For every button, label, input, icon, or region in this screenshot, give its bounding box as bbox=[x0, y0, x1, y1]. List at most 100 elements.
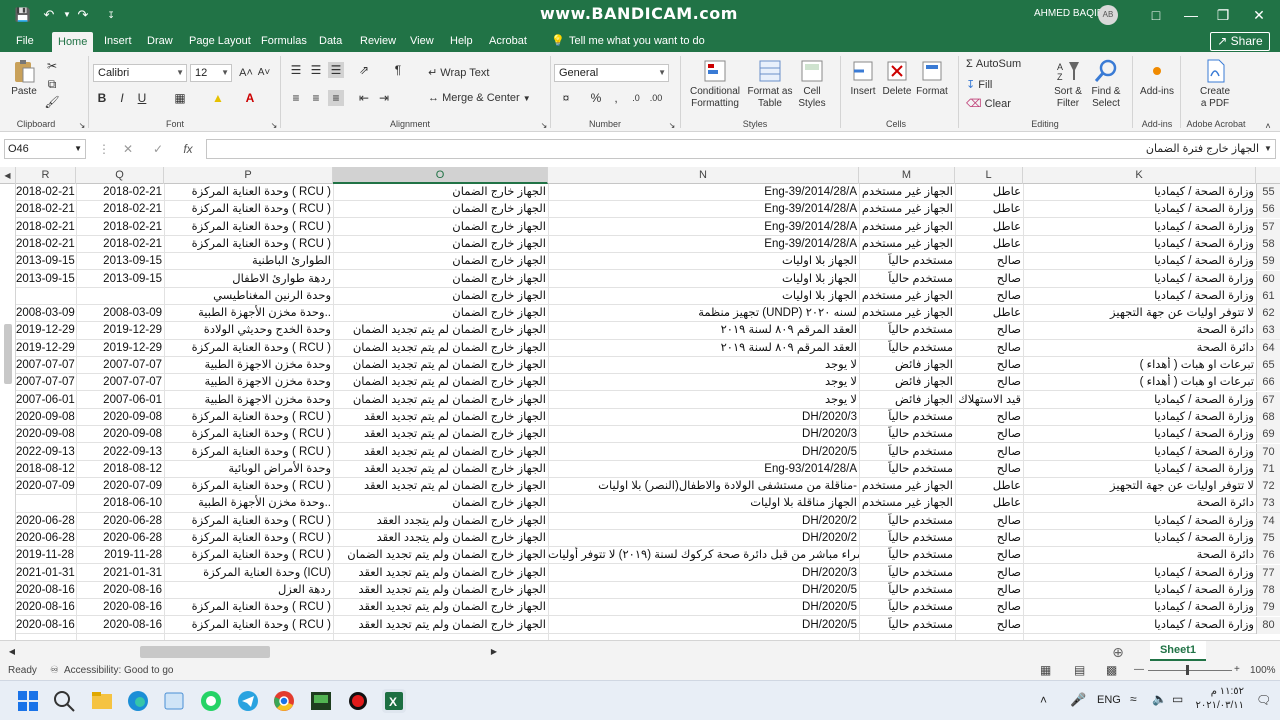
share-button[interactable]: ↗ Share bbox=[1210, 32, 1270, 51]
cell-o[interactable]: الجهاز خارج الضمان ولم يتم تجديد العقد bbox=[333, 565, 548, 582]
vertical-scroll-thumb[interactable] bbox=[4, 324, 12, 384]
cell-k[interactable]: تبرعات او هبات ( أهداء ) bbox=[1023, 374, 1256, 391]
cell-p[interactable]: وحدة العناية المركزة ( RCU ) bbox=[164, 617, 333, 634]
row-header[interactable]: 65 bbox=[1256, 357, 1280, 374]
cell-q[interactable]: 2020-06-28 bbox=[76, 530, 164, 547]
cell-q[interactable] bbox=[76, 288, 164, 305]
cell-m[interactable]: الجهاز غير مستخدم bbox=[859, 478, 955, 495]
row-header[interactable]: 70 bbox=[1256, 443, 1280, 461]
align-right-icon[interactable]: ≡ bbox=[328, 90, 344, 106]
italic-icon[interactable]: I bbox=[114, 90, 130, 106]
cell-n[interactable]: العقد المرقم ٨٠٩ لسنة ٢٠١٩ bbox=[548, 340, 859, 357]
chrome-icon[interactable] bbox=[272, 689, 296, 713]
cell-l[interactable]: صالح bbox=[955, 617, 1023, 634]
cell-m[interactable]: مستخدم حالياً bbox=[859, 271, 955, 288]
align-top-icon[interactable]: ☰ bbox=[288, 62, 304, 78]
scroll-left-icon[interactable]: ◀ bbox=[4, 644, 20, 660]
cell-o[interactable]: الجهاز خارج الضمان bbox=[333, 288, 548, 305]
cancel-icon[interactable]: ✕ bbox=[120, 141, 136, 157]
cell-p[interactable]: وحدة الأمراض الوبائية bbox=[164, 461, 333, 478]
row-header[interactable]: 76 bbox=[1256, 547, 1280, 565]
cell-n[interactable]: العقد المرقم ٨٠٩ لسنة ٢٠١٩ bbox=[548, 322, 859, 339]
cell-q[interactable]: 2020-06-28 bbox=[76, 513, 164, 530]
row-header[interactable]: 60 bbox=[1256, 270, 1280, 288]
cell-o[interactable]: الجهاز خارج الضمان bbox=[333, 219, 548, 236]
cell-p[interactable]: وحدة العناية المركزة ( RCU ) bbox=[164, 599, 333, 616]
cell-l[interactable]: صالح bbox=[955, 444, 1023, 461]
delete-cells-button[interactable]: Delete bbox=[880, 58, 914, 98]
tab-draw[interactable]: Draw bbox=[141, 30, 179, 52]
restore-icon[interactable]: ❐ bbox=[1208, 4, 1238, 26]
row-header[interactable]: 62 bbox=[1256, 305, 1280, 323]
cell-l[interactable]: عاطل bbox=[955, 219, 1023, 236]
decrease-indent-icon[interactable]: ⇤ bbox=[356, 90, 372, 106]
cell-m[interactable]: مستخدم حالياً bbox=[859, 409, 955, 426]
cell-n[interactable]: الجهاز بلا اوليات bbox=[548, 288, 859, 305]
cell-r[interactable]: 2020-08-16 bbox=[16, 599, 76, 616]
zoom-in-icon[interactable]: + bbox=[1234, 664, 1240, 675]
cell-r[interactable]: 2020-06-28 bbox=[16, 530, 76, 547]
cell-l[interactable]: عاطل bbox=[955, 236, 1023, 253]
cell-l[interactable]: عاطل bbox=[955, 184, 1023, 201]
cell-m[interactable]: مستخدم حالياً bbox=[859, 565, 955, 582]
find-select-button[interactable]: Find & Select bbox=[1086, 58, 1126, 110]
add-ins-button[interactable]: Add-ins bbox=[1136, 58, 1178, 98]
cell-r[interactable]: 2018-02-21 bbox=[16, 184, 76, 201]
borders-icon[interactable]: ▦ bbox=[172, 90, 188, 106]
cell-q[interactable]: 2018-06-10 bbox=[76, 495, 164, 512]
battery-icon[interactable]: ▭ bbox=[1172, 692, 1183, 706]
cell-l[interactable]: صالح bbox=[955, 426, 1023, 443]
row-header[interactable]: 61 bbox=[1256, 287, 1280, 305]
bold-icon[interactable]: B bbox=[94, 90, 110, 106]
cell-l[interactable]: عاطل bbox=[955, 478, 1023, 495]
cell-l[interactable]: صالح bbox=[955, 582, 1023, 599]
tab-help[interactable]: Help bbox=[444, 30, 479, 52]
cell-n[interactable]: DH/2020/5 bbox=[548, 617, 859, 634]
fill-color-icon[interactable]: ▲ bbox=[210, 90, 226, 106]
align-left-icon[interactable]: ≡ bbox=[288, 90, 304, 106]
column-header-k[interactable]: K bbox=[1023, 167, 1256, 184]
cell-l[interactable]: عاطل bbox=[955, 495, 1023, 512]
select-all-corner[interactable]: ◀ bbox=[0, 167, 16, 184]
cell-l[interactable]: صالح bbox=[955, 409, 1023, 426]
cell-r[interactable]: 2020-08-16 bbox=[16, 617, 76, 634]
show-hidden-icons-icon[interactable]: ˄ bbox=[1040, 693, 1047, 707]
row-header[interactable]: 77 bbox=[1256, 564, 1280, 582]
row-header[interactable]: 56 bbox=[1256, 201, 1280, 219]
cell-m[interactable]: مستخدم حالياً bbox=[859, 547, 955, 564]
column-header-q[interactable]: Q bbox=[76, 167, 164, 184]
increase-decimal-icon[interactable]: .0 bbox=[628, 90, 644, 106]
cell-r[interactable]: 2018-02-21 bbox=[16, 236, 76, 253]
cell-m[interactable]: مستخدم حالياً bbox=[859, 617, 955, 634]
page-break-view-icon[interactable]: ▩ bbox=[1106, 663, 1117, 677]
row-header[interactable]: 63 bbox=[1256, 322, 1280, 340]
tab-review[interactable]: Review bbox=[354, 30, 402, 52]
whatsapp-icon[interactable] bbox=[199, 689, 223, 713]
cell-o[interactable]: الجهاز خارج الضمان لم يتم تجديد الضمان bbox=[333, 340, 548, 357]
cell-k[interactable]: وزارة الصحة / كيماديا bbox=[1023, 184, 1256, 201]
cell-o[interactable]: الجهاز خارج الضمان ولم يتم تجديد العقد bbox=[333, 599, 548, 616]
row-header[interactable]: 73 bbox=[1256, 495, 1280, 513]
create-pdf-button[interactable]: Create a PDF bbox=[1190, 58, 1240, 110]
customize-qat-icon[interactable]: ↧ bbox=[102, 6, 120, 24]
cell-l[interactable]: عاطل bbox=[955, 305, 1023, 322]
cell-l[interactable]: صالح bbox=[955, 530, 1023, 547]
sheet-tab-sheet1[interactable]: Sheet1 bbox=[1150, 641, 1206, 661]
terminal-icon[interactable] bbox=[309, 689, 333, 713]
cell-q[interactable]: 2013-09-15 bbox=[76, 271, 164, 288]
cell-l[interactable]: صالح bbox=[955, 599, 1023, 616]
cell-p[interactable]: وحدة الرنين المغناطيسي bbox=[164, 288, 333, 305]
cell-l[interactable]: صالح bbox=[955, 374, 1023, 391]
row-header[interactable]: 68 bbox=[1256, 408, 1280, 426]
cell-r[interactable]: 2020-08-16 bbox=[16, 582, 76, 599]
row-header[interactable]: 72 bbox=[1256, 478, 1280, 496]
cell-p[interactable]: وحدة العناية المركزة ( RCU ) bbox=[164, 444, 333, 461]
cell-l[interactable]: صالح bbox=[955, 253, 1023, 270]
cell-k[interactable]: وزارة الصحة / كيماديا bbox=[1023, 565, 1256, 582]
cell-l[interactable]: صالح bbox=[955, 461, 1023, 478]
number-launcher-icon[interactable]: ↘ bbox=[664, 118, 680, 134]
cell-k[interactable]: وزارة الصحة / كيماديا bbox=[1023, 426, 1256, 443]
cell-q[interactable]: 2007-06-01 bbox=[76, 392, 164, 409]
cell-n[interactable]: لا يوجد bbox=[548, 374, 859, 391]
cell-r[interactable]: 2022-09-13 bbox=[16, 444, 76, 461]
